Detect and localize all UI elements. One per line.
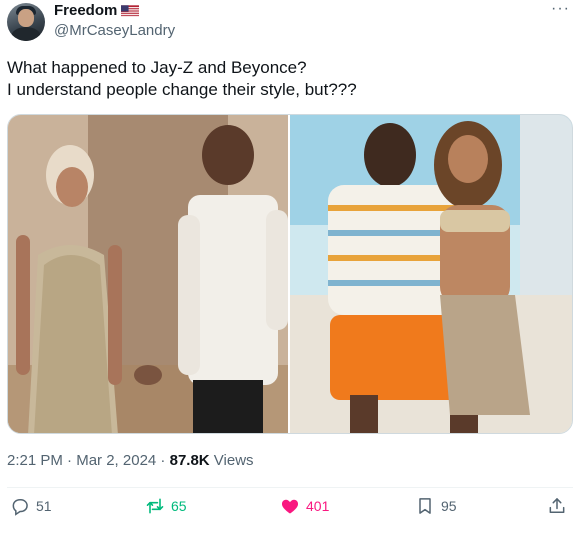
- author-name-row: Freedom: [54, 2, 140, 19]
- author-display-name[interactable]: Freedom: [54, 2, 117, 19]
- repost-button[interactable]: 65: [145, 496, 187, 516]
- like-button[interactable]: 401: [280, 496, 329, 516]
- tweet-text: What happened to Jay-Z and Beyonce? I un…: [7, 57, 577, 101]
- us-flag-icon: [121, 4, 140, 17]
- bookmark-button[interactable]: 95: [415, 496, 457, 516]
- meta-separator: ·: [62, 452, 77, 469]
- meta-separator: ·: [156, 452, 170, 469]
- share-icon: [549, 498, 565, 513]
- reply-count: 51: [36, 498, 52, 514]
- tweet-media[interactable]: [7, 114, 573, 434]
- tweet-meta: 2:21 PM · Mar 2, 2024 · 87.8K Views: [7, 452, 254, 469]
- reply-button[interactable]: 51: [10, 496, 52, 516]
- share-button[interactable]: [547, 496, 567, 516]
- reply-icon: [12, 499, 28, 516]
- author-handle[interactable]: @MrCaseyLandry: [54, 22, 175, 39]
- avatar[interactable]: [7, 3, 45, 41]
- avatar-body: [11, 27, 41, 41]
- bookmark-count: 95: [441, 498, 457, 514]
- repost-icon: [146, 498, 164, 514]
- action-bar: 51 65 401 95: [7, 496, 573, 524]
- views-label: Views: [209, 452, 254, 469]
- like-count: 401: [306, 498, 330, 514]
- tweet-text-line-1: What happened to Jay-Z and Beyonce?: [7, 58, 307, 77]
- avatar-head: [18, 9, 34, 27]
- more-options-icon[interactable]: ···: [551, 0, 570, 18]
- tweet-text-line-2: I understand people change their style, …: [7, 80, 357, 99]
- bookmark-icon: [419, 498, 431, 514]
- tweet-time[interactable]: 2:21 PM: [7, 452, 63, 469]
- heart-icon: [281, 499, 299, 514]
- media-photo-left[interactable]: [8, 115, 288, 433]
- repost-count: 65: [171, 498, 187, 514]
- divider: [7, 487, 573, 488]
- views-count: 87.8K: [169, 452, 210, 469]
- photo-right-illustration: [290, 115, 572, 433]
- media-photo-right[interactable]: [290, 115, 572, 433]
- tweet-date[interactable]: Mar 2, 2024: [76, 452, 156, 469]
- photo-left-illustration: [8, 115, 288, 433]
